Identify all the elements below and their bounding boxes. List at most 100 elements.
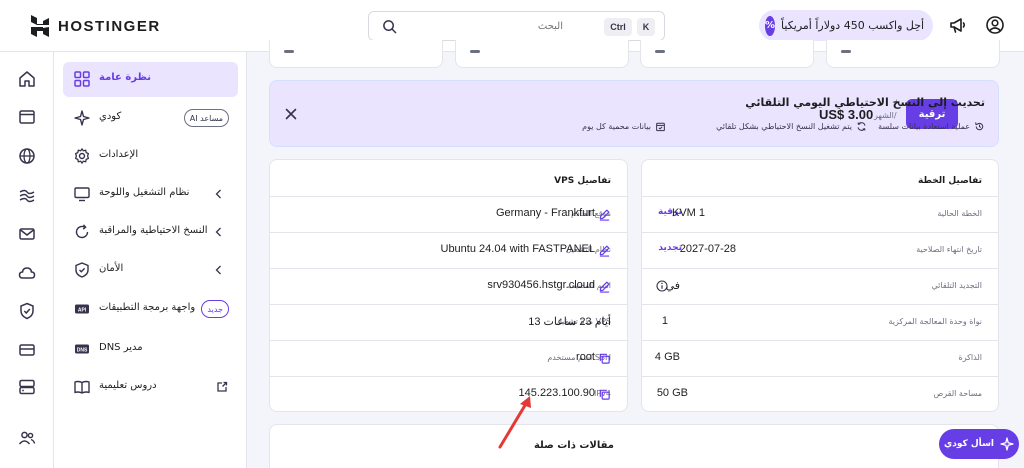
vps-detail-row: SSH اسم مستخدم root: [270, 340, 627, 376]
hostinger-logo-icon: [31, 15, 49, 37]
sidebar-item-label: مدير DNS: [99, 342, 143, 353]
sidebar-item-overview[interactable]: نظرة عامة: [63, 62, 238, 97]
plan-details-card: تفاصيل الخطة الخطة الحالية ترقية KVM 1 ت…: [641, 159, 999, 412]
vps-details-card: تفاصيل VPS موقع الخادم Germany - Frankfu…: [269, 159, 628, 412]
settings-gear-icon: [74, 148, 90, 164]
users-icon[interactable]: [17, 428, 37, 448]
row-value: 2027-07-28: [679, 243, 736, 255]
book-icon: [74, 380, 90, 394]
referral-promo-button[interactable]: % أحِل واكسب 450 دولاراً أمريكياً: [759, 10, 933, 41]
sidebar-item-label: دروس تعليمية: [99, 380, 157, 391]
close-icon[interactable]: [284, 107, 298, 121]
vps-detail-row: VPS مدة تشغيل أيام 23 ساعات 13: [270, 304, 627, 340]
shield-icon[interactable]: [17, 301, 37, 321]
sidebar-item-label: واجهة برمجة التطبيقات: [99, 302, 196, 313]
row-label: نواة وحدة المعالجة المركزية: [888, 317, 982, 326]
sidebar-item-api[interactable]: API واجهة برمجة التطبيقات جديد: [63, 292, 238, 327]
cloud-icon[interactable]: [17, 263, 37, 283]
row-value: Germany - Frankfurt: [495, 207, 595, 219]
row-label: تاريخ انتهاء الصلاحية: [916, 245, 982, 254]
renew-link[interactable]: تجديد: [658, 243, 682, 253]
stat-card-stub: [455, 40, 629, 68]
row-value: root: [576, 351, 595, 363]
svg-text:DNS: DNS: [77, 347, 88, 353]
banner-title: تحديث إلى النسخ الاحتياطي اليومي التلقائ…: [745, 96, 985, 109]
price-period: /الشهر: [874, 111, 897, 120]
account-icon[interactable]: [985, 15, 1005, 35]
chevron-left-icon: [215, 265, 221, 275]
api-icon: API: [75, 304, 89, 314]
referral-promo-label: أحِل واكسب 450 دولاراً أمريكياً: [781, 19, 925, 32]
server-icon[interactable]: [17, 377, 37, 397]
vps-detail-row: اسم المضيف srv930456.hstgr.cloud: [270, 268, 627, 304]
overview-grid-icon: [74, 71, 90, 87]
search-box[interactable]: Ctrl K: [368, 11, 665, 41]
browser-window-icon[interactable]: [17, 107, 37, 127]
row-label: مساحة القرص: [933, 389, 982, 398]
hostinger-logo[interactable]: HOSTINGER: [30, 15, 161, 37]
wind-icon[interactable]: [17, 185, 37, 205]
ask-kodee-button[interactable]: اسأل كودي: [939, 429, 1019, 459]
copy-icon[interactable]: [598, 388, 611, 401]
vps-detail-row: IPv4 145.223.100.90: [270, 376, 627, 412]
row-value: أيام 23 ساعات 13: [528, 316, 611, 328]
billing-card-icon[interactable]: [17, 340, 37, 360]
monitor-icon: [74, 187, 90, 202]
sidebar-item-label: الأمان: [99, 263, 124, 274]
stat-card-stub: [640, 40, 814, 68]
icon-rail: [0, 52, 54, 468]
row-label: الخطة الحالية: [937, 209, 982, 218]
edit-pencil-icon[interactable]: [598, 208, 611, 221]
row-value: 4 GB: [654, 351, 680, 363]
restore-icon: [975, 122, 984, 131]
mail-icon[interactable]: [17, 224, 37, 244]
percent-badge-icon: %: [765, 15, 776, 36]
shortcut-ctrl-key: Ctrl: [604, 18, 632, 36]
calendar-check-icon: [656, 122, 665, 132]
vps-detail-row: موقع الخادم Germany - Frankfurt: [270, 196, 627, 232]
plan-detail-row: الخطة الحالية ترقية KVM 1: [642, 196, 998, 232]
sidebar-item-dns[interactable]: DNS مدير DNS: [63, 332, 238, 367]
plan-detail-row: التجديد التلقائي في: [642, 268, 998, 304]
sidebar-item-label: نظام التشغيل واللوحة: [99, 187, 190, 198]
globe-icon[interactable]: [17, 146, 37, 166]
backup-refresh-icon: [75, 224, 89, 239]
banner-feature-label: يتم تشغيل النسخ الاحتياطي بشكل تلقائي: [716, 122, 852, 131]
related-articles-card: مقالات ذات صلة: [269, 424, 999, 468]
edit-pencil-icon[interactable]: [598, 244, 611, 257]
row-label: التجديد التلقائي: [931, 281, 982, 290]
banner-feature: عملية استعادة بيانات سلسة: [878, 121, 985, 132]
megaphone-icon[interactable]: [948, 15, 968, 35]
vps-sidebar: نظرة عامة كودي مساعد AI الإعدادات نظام ا…: [54, 52, 247, 468]
search-input[interactable]: [403, 16, 563, 36]
sidebar-item-label: الإعدادات: [99, 149, 139, 160]
sidebar-item-backups[interactable]: النسخ الاحتياطية والمراقبة: [63, 215, 238, 250]
ai-assistant-badge: مساعد AI: [183, 109, 229, 127]
banner-feature: يتم تشغيل النسخ الاحتياطي بشكل تلقائي: [716, 121, 867, 132]
upgrade-price: US$ 3.00: [819, 107, 874, 122]
row-value: 50 GB: [656, 387, 688, 399]
annotation-arrow-icon: [498, 396, 531, 449]
edit-pencil-icon[interactable]: [598, 280, 611, 293]
vps-details-title: تفاصيل VPS: [554, 176, 611, 186]
shortcut-k-key: K: [637, 18, 655, 36]
plan-detail-row: مساحة القرص 50 GB: [642, 376, 998, 412]
copy-icon[interactable]: [598, 352, 611, 365]
vps-detail-row: نظام التشغيل Ubuntu 24.04 with FASTPANEL: [270, 232, 627, 268]
sidebar-item-settings[interactable]: الإعدادات: [63, 139, 238, 174]
home-icon[interactable]: [17, 69, 37, 89]
banner-feature-label: عملية استعادة بيانات سلسة: [878, 122, 970, 131]
sidebar-item-os-panel[interactable]: نظام التشغيل واللوحة: [63, 177, 238, 212]
row-label: الذاكرة: [958, 353, 983, 362]
stat-card-marker: [841, 50, 851, 53]
sidebar-item-security[interactable]: الأمان: [63, 253, 238, 288]
sidebar-item-label: النسخ الاحتياطية والمراقبة: [99, 225, 208, 236]
sidebar-item-tutorials[interactable]: دروس تعليمية: [63, 370, 238, 405]
plan-detail-row: نواة وحدة المعالجة المركزية 1: [642, 304, 998, 340]
stat-card-stub: [269, 40, 443, 68]
row-value: في: [665, 280, 680, 292]
row-value: srv930456.hstgr.cloud: [487, 279, 595, 291]
new-badge: جديد: [201, 300, 229, 318]
brand-name: HOSTINGER: [58, 17, 161, 35]
sidebar-item-kodee[interactable]: كودي مساعد AI: [63, 101, 238, 136]
